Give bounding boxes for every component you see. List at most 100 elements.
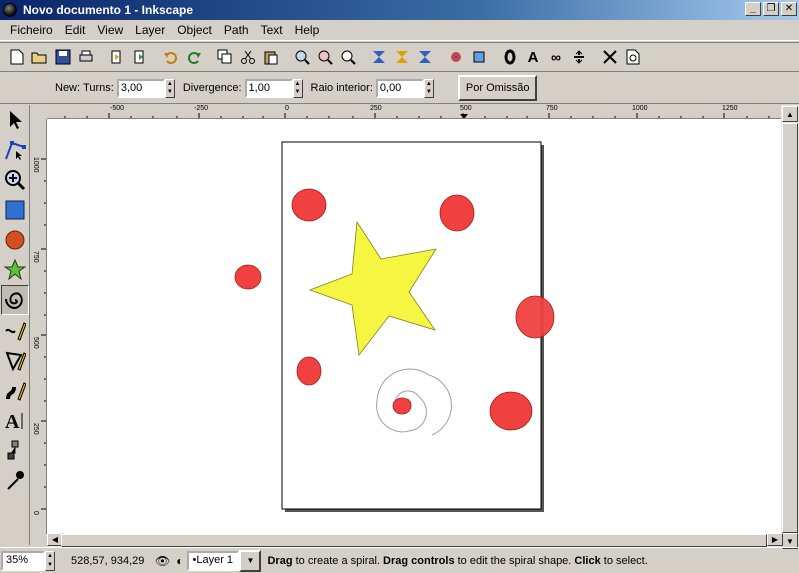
- red-circle: [234, 264, 262, 290]
- vertical-scrollbar[interactable]: ▲ ▼: [781, 105, 799, 549]
- cursor-coordinates: 528,57, 934,29: [71, 554, 145, 567]
- align-center-icon[interactable]: [391, 46, 413, 68]
- stroke-icon[interactable]: [499, 46, 521, 68]
- clone-icon[interactable]: ∞: [545, 46, 567, 68]
- duplicate-icon[interactable]: [214, 46, 236, 68]
- open-icon[interactable]: [29, 46, 51, 68]
- inner-radius-spinner: ▲▼: [375, 78, 434, 98]
- status-bar: 35% ▲ ▼ 528,57, 934,29 👁 ◐ •Layer 1 ▼ Dra…: [0, 547, 799, 573]
- minimize-button[interactable]: _: [745, 2, 761, 16]
- defaults-button[interactable]: Por Omissão: [457, 75, 538, 101]
- transform-icon[interactable]: [468, 46, 490, 68]
- print-icon[interactable]: [75, 46, 97, 68]
- eye-icon[interactable]: 👁: [155, 554, 170, 568]
- align-right-icon[interactable]: [414, 46, 436, 68]
- redo-icon[interactable]: [183, 46, 205, 68]
- scroll-right-button[interactable]: ▶: [767, 533, 783, 546]
- new-label: New:: [55, 82, 81, 94]
- connector-tool-icon[interactable]: [1, 435, 29, 465]
- ellipse-tool-icon[interactable]: [1, 225, 29, 255]
- cut-icon[interactable]: [237, 46, 259, 68]
- toolbox: A: [0, 105, 30, 545]
- menu-path[interactable]: Path: [218, 23, 255, 37]
- menu-ficheiro[interactable]: Ficheiro: [4, 23, 59, 37]
- horizontal-scrollbar[interactable]: ◀ ▶: [47, 533, 783, 547]
- layer-dropdown-button[interactable]: ▼: [239, 549, 262, 572]
- inner-radius-input[interactable]: [375, 78, 424, 98]
- rectangle-tool-icon[interactable]: [1, 195, 29, 225]
- import-icon[interactable]: [106, 46, 128, 68]
- turns-spinner-arrows[interactable]: ▲ ▼: [164, 78, 175, 98]
- new-document-icon[interactable]: [6, 46, 28, 68]
- svg-text:A: A: [5, 411, 20, 431]
- horizontal-ruler[interactable]: -500 -250 0 250 500 750 1000 1250: [47, 105, 781, 119]
- window-controls: _ ❐ ✕: [745, 2, 797, 16]
- align-left-icon[interactable]: [368, 46, 390, 68]
- turns-label: Turns:: [83, 82, 114, 94]
- calligraphy-tool-icon[interactable]: [1, 375, 29, 405]
- scroll-up-button[interactable]: ▲: [782, 106, 798, 122]
- export-icon[interactable]: [129, 46, 151, 68]
- preferences-icon[interactable]: [599, 46, 621, 68]
- status-message: Drag to create a spiral. Drag controls t…: [267, 555, 647, 567]
- red-circle: [291, 188, 327, 222]
- turns-spinner: ▲▼: [116, 78, 175, 98]
- dropper-tool-icon[interactable]: [1, 465, 29, 495]
- text-font-icon[interactable]: A: [522, 46, 544, 68]
- menu-edit[interactable]: Edit: [59, 23, 92, 37]
- red-circle: [439, 194, 475, 232]
- status-click: Click: [574, 554, 601, 567]
- status-drag: Drag: [267, 554, 293, 567]
- lock-icon[interactable]: ◐: [176, 554, 183, 568]
- menu-object[interactable]: Object: [171, 23, 218, 37]
- status-text: to select.: [600, 554, 648, 567]
- spiral-tool-icon[interactable]: [1, 285, 29, 315]
- pen-tool-icon[interactable]: [1, 345, 29, 375]
- ruler-corner: [32, 105, 47, 119]
- document-properties-icon[interactable]: [622, 46, 644, 68]
- red-circle: [515, 295, 555, 339]
- restore-button[interactable]: ❐: [763, 2, 779, 16]
- divergence-label: Divergence:: [182, 82, 242, 94]
- status-drag-controls: Drag controls: [383, 554, 455, 567]
- divergence-spinner-arrows[interactable]: ▲ ▼: [292, 78, 303, 98]
- zoom-page-icon[interactable]: [337, 46, 359, 68]
- window-title: Novo documento 1 - Inkscape: [23, 3, 194, 17]
- vertical-ruler[interactable]: 1000 750 500 250 0: [32, 119, 47, 534]
- star-tool-icon[interactable]: [1, 255, 29, 285]
- commands-toolbar: A ∞: [0, 42, 799, 72]
- zoom-field[interactable]: 35%: [1, 550, 45, 571]
- divergence-spinner: ▲▼: [244, 78, 303, 98]
- text-tool-icon[interactable]: A: [1, 405, 29, 435]
- group-icon[interactable]: [568, 46, 590, 68]
- current-layer-field[interactable]: •Layer 1: [187, 550, 240, 571]
- node-tool-icon[interactable]: [1, 135, 29, 165]
- close-button[interactable]: ✕: [781, 2, 797, 16]
- undo-icon[interactable]: [160, 46, 182, 68]
- zoom-tool-icon[interactable]: [1, 165, 29, 195]
- divergence-input[interactable]: [244, 78, 293, 98]
- vertical-scroll-thumb[interactable]: [782, 123, 798, 533]
- pencil-tool-icon[interactable]: [1, 315, 29, 345]
- selector-tool-icon[interactable]: [1, 105, 29, 135]
- menu-bar: Ficheiro Edit View Layer Object Path Tex…: [0, 20, 799, 41]
- horizontal-scroll-thumb[interactable]: [61, 534, 767, 547]
- inner-radius-label: Raio interior:: [310, 82, 373, 94]
- menu-help[interactable]: Help: [289, 23, 326, 37]
- fill-stroke-icon[interactable]: [445, 46, 467, 68]
- paste-icon[interactable]: [260, 46, 282, 68]
- zoom-drawing-icon[interactable]: [314, 46, 336, 68]
- save-icon[interactable]: [52, 46, 74, 68]
- zoom-spinner-arrows[interactable]: ▲ ▼: [45, 550, 55, 571]
- inner-radius-spinner-arrows[interactable]: ▲ ▼: [423, 78, 434, 98]
- drawing-canvas[interactable]: [47, 119, 781, 534]
- status-text: to edit the spiral shape.: [454, 554, 575, 567]
- turns-input[interactable]: [116, 78, 165, 98]
- zoom-selection-icon[interactable]: [291, 46, 313, 68]
- menu-layer[interactable]: Layer: [129, 23, 171, 37]
- spiral-tool-controls: New: Turns: ▲▼ Divergence: ▲▼ Raio inter…: [0, 73, 799, 104]
- menu-view[interactable]: View: [91, 23, 129, 37]
- menu-text[interactable]: Text: [255, 23, 289, 37]
- title-bar: Novo documento 1 - Inkscape _ ❐ ✕: [0, 0, 799, 20]
- red-circle: [392, 397, 412, 415]
